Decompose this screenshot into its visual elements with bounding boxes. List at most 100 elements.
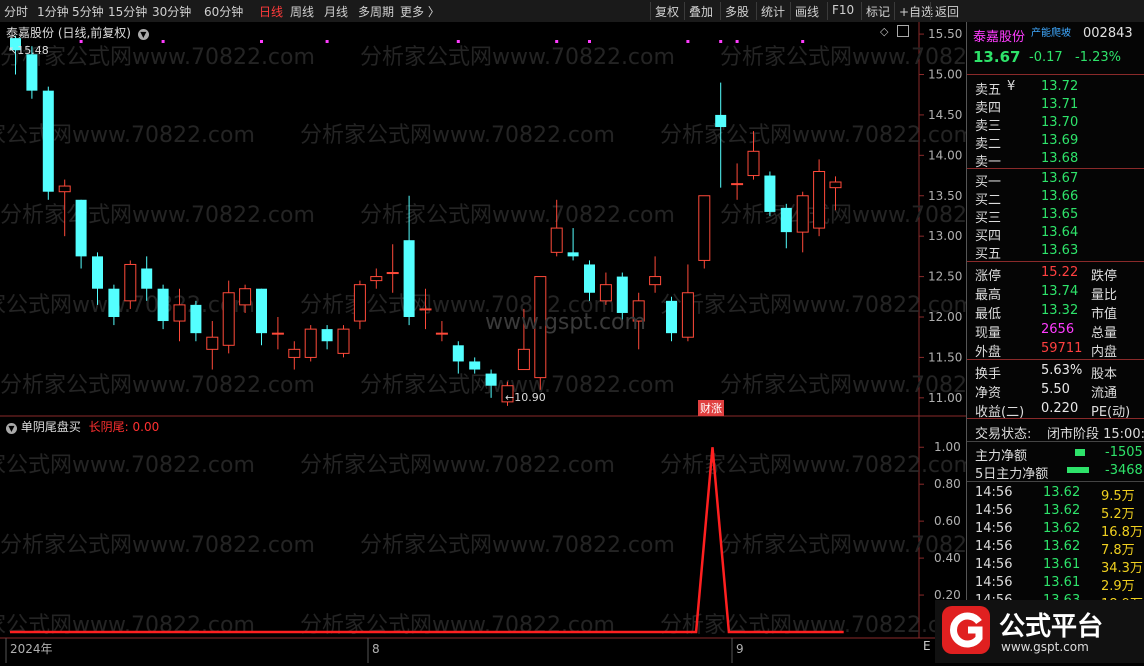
bid-row[interactable]: 买一 13.67 xyxy=(967,170,1144,190)
logo-url: www.gspt.com xyxy=(1001,640,1089,654)
period-tab-3[interactable]: 15分钟 xyxy=(108,3,147,20)
chevron-down-icon[interactable]: ▼ xyxy=(137,29,149,40)
chart-area[interactable]: 分析家公式网www.70822.com 分析家公式网www.70822.com 分析… xyxy=(0,22,1035,663)
stat-label: 现量 xyxy=(975,326,1002,341)
period-tab-10[interactable]: 更多 〉 xyxy=(400,3,440,20)
ask-row[interactable]: 卖五 13.72 ¥ xyxy=(967,78,1144,98)
signal-dot xyxy=(456,40,460,43)
flow-row[interactable]: 主力净额 -1505 xyxy=(967,444,1144,464)
stat2-label: 净资 xyxy=(975,386,1002,401)
stat-value: 2656 xyxy=(1041,322,1075,337)
low-price-label: ←10.90 xyxy=(505,391,546,404)
stat-row[interactable]: 涨停 15.22 跌停 xyxy=(967,264,1144,284)
ind-tick-label: 1.00 xyxy=(934,440,961,454)
period-tab-9[interactable]: 多周期 xyxy=(358,3,394,20)
window-icon[interactable] xyxy=(897,25,909,37)
tick-row[interactable]: 14:56 13.62 9.5万 xyxy=(967,484,1144,504)
stat-row[interactable]: 现量 2656 总量 xyxy=(967,321,1144,341)
kline-chart[interactable]: 分析家公式网www.70822.com 分析家公式网www.70822.com 分析… xyxy=(0,22,1035,663)
period-tab-8[interactable]: 月线 xyxy=(324,3,348,20)
period-tab-6[interactable]: 日线 xyxy=(259,3,283,20)
ask-price: 13.69 xyxy=(1041,133,1079,148)
signal-dot xyxy=(801,40,805,43)
bid-price: 13.67 xyxy=(1041,171,1079,186)
watermark-text: 分析家公式网www.70822.com xyxy=(720,203,966,228)
ask-row[interactable]: 卖一 13.68 xyxy=(967,150,1144,170)
signal-dot xyxy=(735,40,739,43)
quote-header[interactable]: 泰嘉股份 产能爬坡 002843 xyxy=(967,22,1144,45)
period-tab-1[interactable]: 1分钟 xyxy=(37,3,69,20)
candle-body-down xyxy=(616,276,628,313)
indicator-header[interactable]: ▼ 单阴尾盘买 长阴尾: 0.00 xyxy=(6,418,159,435)
ask-row[interactable]: 卖二 13.69 xyxy=(967,132,1144,152)
stat2-value: 5.50 xyxy=(1041,382,1070,397)
candle-body-down xyxy=(485,373,497,386)
candle-body-up xyxy=(731,183,744,186)
watermark-text: 分析家公式网www.70822.com xyxy=(360,533,675,558)
bid-row[interactable]: 买五 13.63 xyxy=(967,242,1144,262)
finance-badge[interactable]: 财涨 xyxy=(698,400,724,416)
chart-title-text: 泰嘉股份 (日线,前复权) xyxy=(6,26,131,40)
bid-row[interactable]: 买四 13.64 xyxy=(967,224,1144,244)
tick-row[interactable]: 14:56 13.62 7.8万 xyxy=(967,538,1144,558)
stat-row[interactable]: 外盘 59711 内盘 xyxy=(967,340,1144,360)
signal-dot xyxy=(588,40,591,43)
candle-body-up xyxy=(124,263,137,302)
candle-body-up xyxy=(370,276,383,282)
y-tick-label: 15.50 xyxy=(928,27,962,41)
concept-tag[interactable]: 产能爬坡 xyxy=(1031,24,1071,39)
y-tick-label: 13.50 xyxy=(928,189,962,203)
toolbar-button-3[interactable]: 统计 xyxy=(756,2,789,20)
ask-row[interactable]: 卖四 13.71 xyxy=(967,96,1144,116)
bid-row[interactable]: 买三 13.65 xyxy=(967,206,1144,226)
trade-status-row[interactable]: 交易状态: 闭市阶段 15:00:0 xyxy=(967,422,1144,442)
toolbar-button-6[interactable]: 标记 xyxy=(861,2,894,20)
toolbar-button-5[interactable]: F10 xyxy=(827,2,858,20)
period-tab-5[interactable]: 60分钟 xyxy=(204,3,243,20)
candle-body-up xyxy=(681,292,694,338)
period-tab-4[interactable]: 30分钟 xyxy=(152,3,191,20)
tick-row[interactable]: 14:56 13.62 16.8万 xyxy=(967,520,1144,540)
stat2-row[interactable]: 净资 5.50 流通 xyxy=(967,381,1144,401)
period-tab-7[interactable]: 周线 xyxy=(290,3,314,20)
ask-flag: ¥ xyxy=(1007,79,1016,94)
stat-row[interactable]: 最低 13.32 市值 xyxy=(967,302,1144,322)
logo-text: 公式平台 xyxy=(999,612,1104,642)
tick-time: 14:56 xyxy=(975,557,1013,572)
tick-price: 13.62 xyxy=(1043,539,1081,554)
trade-status-value: 闭市阶段 15:00:0 xyxy=(1047,427,1144,442)
watermark-text: 分析家公式网www.70822.com xyxy=(300,453,615,478)
tick-row[interactable]: 14:56 13.61 2.9万 xyxy=(967,574,1144,594)
diamond-icon[interactable]: ◇ xyxy=(880,25,888,38)
period-tab-0[interactable]: 分时 xyxy=(4,3,28,20)
stat2-value: 5.63% xyxy=(1041,363,1083,378)
candle-body-down xyxy=(666,300,677,334)
watermark-text: 分析家公式网www.70822.com xyxy=(300,123,615,148)
signal-dot xyxy=(719,40,723,43)
stat2-row[interactable]: 收益(二) 0.220 PE(动) xyxy=(967,400,1144,420)
bid-row[interactable]: 买二 13.66 xyxy=(967,188,1144,208)
toolbar-button-2[interactable]: 多股 xyxy=(720,2,753,20)
candle-body-down xyxy=(26,54,38,91)
toolbar-button-4[interactable]: 画线 xyxy=(790,2,823,20)
toolbar-button-0[interactable]: 复权 xyxy=(650,2,683,20)
flow-row[interactable]: 5日主力净额 -3468 xyxy=(967,462,1144,482)
tick-row[interactable]: 14:56 13.61 34.3万 xyxy=(967,556,1144,576)
watermark-text: 分析家公式网www.70822.com xyxy=(0,373,315,398)
tick-price: 13.62 xyxy=(1043,485,1081,500)
stat-value: 13.74 xyxy=(1041,284,1079,299)
ask-row[interactable]: 卖三 13.70 xyxy=(967,114,1144,134)
toolbar-button-8[interactable]: 返回 xyxy=(930,2,963,20)
candle-body-up xyxy=(288,348,301,358)
stat-row[interactable]: 最高 13.74 量比 xyxy=(967,283,1144,303)
stat-label: 最高 xyxy=(975,288,1002,303)
chart-title[interactable]: 泰嘉股份 (日线,前复权) ▼ xyxy=(6,24,149,41)
candle-body-down xyxy=(715,114,727,128)
tick-row[interactable]: 14:56 13.62 5.2万 xyxy=(967,502,1144,522)
stat2-row[interactable]: 换手 5.63% 股本 xyxy=(967,362,1144,382)
period-tab-2[interactable]: 5分钟 xyxy=(72,3,104,20)
flow-value: -1505 xyxy=(1105,445,1143,460)
chevron-down-icon[interactable]: ▼ xyxy=(6,423,17,434)
tick-price: 13.61 xyxy=(1043,575,1081,590)
toolbar-button-1[interactable]: 叠加 xyxy=(684,2,717,20)
